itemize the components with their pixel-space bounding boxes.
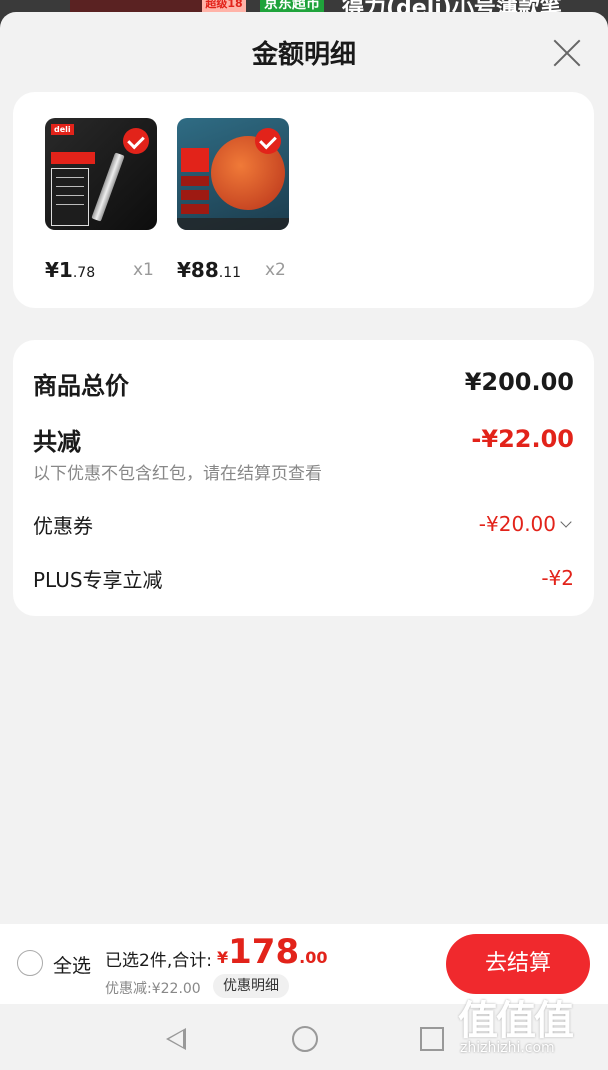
plus-discount-label: PLUS专享立减	[33, 568, 163, 592]
coupon-label: 优惠券	[33, 514, 93, 538]
watermark-logo: 值值值	[458, 998, 574, 1044]
product-image: deli	[45, 118, 157, 230]
product-caption-strip	[177, 218, 289, 230]
total-price-value: ¥200.00	[464, 368, 574, 396]
product-label-graphic	[181, 190, 209, 200]
nav-back-icon[interactable]	[166, 1028, 186, 1050]
product-specs-graphic	[51, 168, 89, 226]
check-icon	[123, 128, 149, 154]
discount-detail-button[interactable]: 优惠明细	[213, 974, 289, 998]
sheet-title: 金额明细	[251, 40, 356, 70]
checkout-button[interactable]: 去结算	[446, 934, 590, 994]
total-reduction-value: -¥22.00	[471, 425, 574, 453]
chevron-down-icon	[560, 516, 572, 528]
plus-discount-value: -¥2	[541, 566, 574, 590]
total-amount: ¥178.00	[217, 932, 328, 972]
watermark-text: zhizhizhi.com	[460, 1040, 555, 1056]
brand-logo: deli	[51, 124, 74, 135]
product-price: ¥1.78	[45, 258, 96, 282]
nav-recent-icon[interactable]	[420, 1027, 444, 1051]
product-quantity: x1	[133, 260, 154, 280]
product-label-graphic	[51, 152, 95, 164]
product-label-graphic	[181, 176, 209, 186]
background-badge: 超级18	[202, 0, 246, 12]
product-item[interactable]: deli ¥1.78 x1	[45, 118, 157, 282]
product-item[interactable]: ¥88.11 x2	[177, 118, 289, 282]
nav-home-icon[interactable]	[292, 1026, 318, 1052]
total-reduction-label: 共减	[33, 428, 81, 456]
products-card: deli ¥1.78 x1 ¥88.11 x2	[13, 92, 594, 308]
product-price: ¥88.11	[177, 258, 242, 282]
price-summary-card: 商品总价 ¥200.00 共减 -¥22.00 以下优惠不包含红包，请在结算页查…	[13, 340, 594, 616]
product-label-graphic	[181, 204, 209, 214]
select-all-radio[interactable]	[17, 950, 43, 976]
total-price-label: 商品总价	[33, 372, 129, 400]
select-all-label[interactable]: 全选	[53, 951, 91, 978]
coupon-value[interactable]: -¥20.00	[479, 512, 572, 536]
watermark: 值值值 zhizhizhi.com	[458, 988, 604, 1068]
discount-note: 以下优惠不包含红包，请在结算页查看	[33, 464, 322, 484]
selected-count-text: 已选2件,合计:	[105, 951, 212, 971]
product-image	[177, 118, 289, 230]
product-label-graphic	[181, 148, 209, 172]
discount-amount-text: 优惠减:¥22.00	[105, 981, 201, 997]
close-icon[interactable]	[552, 38, 582, 68]
knife-graphic	[91, 152, 125, 222]
amount-detail-sheet: 金额明细 deli ¥1.78 x1 ¥88.11 x2 商品总价 ¥200.0…	[0, 12, 608, 1070]
product-quantity: x2	[265, 260, 286, 280]
check-icon	[255, 128, 281, 154]
